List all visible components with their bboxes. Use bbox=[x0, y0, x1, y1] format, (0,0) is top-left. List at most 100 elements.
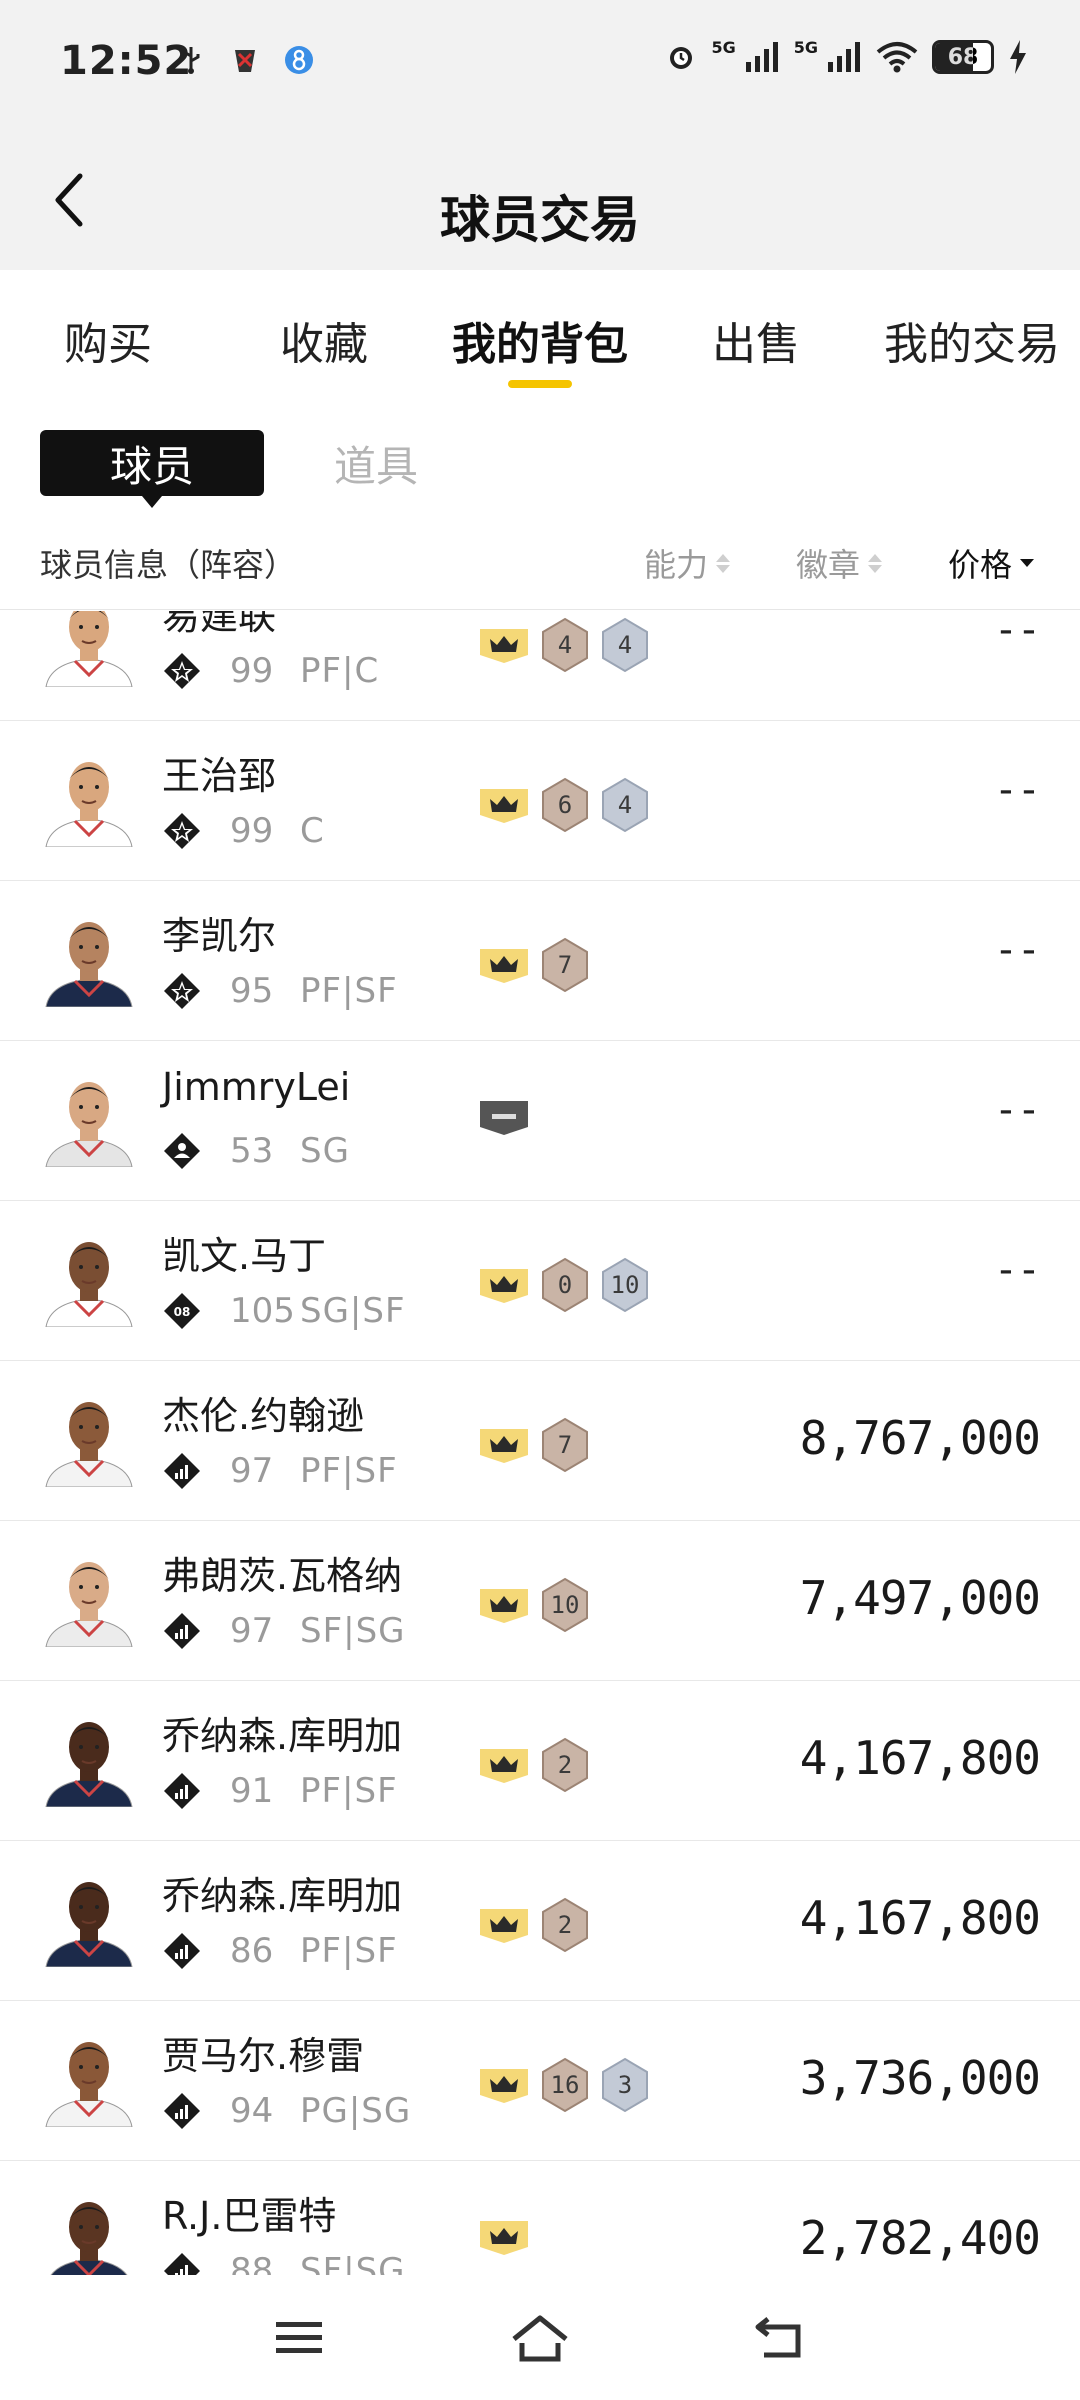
player-row[interactable]: 乔纳森.库明加 91 PF|SF 2 4,167,800 bbox=[0, 1681, 1080, 1841]
player-badges: 16 3 bbox=[478, 2057, 650, 2113]
player-list[interactable]: 易建联 99 PF|C 4 4 -- 王治郅 99 C 6 4 -- 李凯尔 95 PF|SF 7 -- Jimm… bbox=[0, 611, 1080, 2275]
player-price: -- bbox=[993, 927, 1041, 973]
player-rating: 53 bbox=[230, 1131, 274, 1171]
usb-icon bbox=[182, 47, 200, 74]
header: 球员交易 bbox=[0, 130, 1080, 270]
player-name: 乔纳森.库明加 bbox=[162, 1714, 403, 1758]
badge-count: 10 bbox=[610, 1271, 640, 1299]
badge-count: 10 bbox=[550, 1591, 580, 1619]
tab-my-backpack[interactable]: 我的背包 bbox=[432, 270, 648, 400]
player-avatar bbox=[40, 1869, 138, 1967]
player-avatar bbox=[40, 1229, 138, 1327]
player-position: SG bbox=[300, 1131, 350, 1171]
sort-badges[interactable]: 徽章 bbox=[796, 540, 883, 586]
subtab-players[interactable]: 球员 bbox=[40, 430, 264, 508]
player-price: 3,736,000 bbox=[799, 2051, 1041, 2105]
player-badges: 0 10 bbox=[478, 1257, 650, 1313]
player-badges bbox=[478, 1097, 530, 1137]
sort-ability[interactable]: 能力 bbox=[644, 540, 731, 586]
nav-home-button[interactable] bbox=[505, 2303, 575, 2373]
player-rating: 105 bbox=[230, 1291, 295, 1331]
crown-icon bbox=[478, 2065, 530, 2105]
player-row[interactable]: 杰伦.约翰逊 97 PF|SF 7 8,767,000 bbox=[0, 1361, 1080, 1521]
player-avatar bbox=[40, 2029, 138, 2127]
sort-price[interactable]: 价格 bbox=[948, 540, 1035, 586]
tab-buy[interactable]: 购买 bbox=[0, 270, 216, 400]
player-badges bbox=[478, 2217, 530, 2257]
player-row[interactable]: 凯文.马丁 08 105 SG|SF 0 10 -- bbox=[0, 1201, 1080, 1361]
card-tier-icon bbox=[162, 811, 202, 851]
player-badges: 7 bbox=[478, 1417, 590, 1473]
badge-hex-icon: 2 bbox=[540, 1897, 590, 1953]
nav-menu-button[interactable] bbox=[265, 2303, 335, 2373]
crown-icon bbox=[478, 945, 530, 985]
card-tier-icon bbox=[162, 1931, 202, 1971]
sort-ability-label: 能力 bbox=[644, 546, 709, 584]
player-position: SG|SF bbox=[300, 1291, 406, 1331]
player-price: 2,782,400 bbox=[799, 2211, 1041, 2265]
player-badges: 44 bbox=[478, 617, 650, 673]
crown-icon bbox=[478, 625, 530, 665]
return-icon bbox=[755, 2316, 801, 2357]
crown-icon bbox=[478, 1425, 530, 1465]
badge-count: 7 bbox=[557, 951, 573, 979]
badge-hex-icon: 0 bbox=[540, 1257, 590, 1313]
player-row[interactable]: 王治郅 99 C 6 4 -- bbox=[0, 721, 1080, 881]
tab-favorites[interactable]: 收藏 bbox=[216, 270, 432, 400]
player-row[interactable]: 乔纳森.库明加 86 PF|SF 2 4,167,800 bbox=[0, 1841, 1080, 2001]
player-rating: 91 bbox=[230, 1771, 274, 1811]
player-row[interactable]: 李凯尔 95 PF|SF 7 -- bbox=[0, 881, 1080, 1041]
player-name: 贾马尔.穆雷 bbox=[162, 2034, 365, 2078]
player-price: 4,167,800 bbox=[799, 1891, 1041, 1945]
player-price: -- bbox=[993, 1087, 1041, 1133]
player-position: C bbox=[300, 811, 325, 851]
player-badges: 2 bbox=[478, 1897, 590, 1953]
player-avatar bbox=[40, 1709, 138, 1807]
player-row[interactable]: JimmryLei 53 SG -- bbox=[0, 1041, 1080, 1201]
player-position: PF|SF bbox=[300, 1451, 398, 1491]
player-name: 易建联 bbox=[162, 611, 277, 638]
card-tier-icon bbox=[162, 2251, 202, 2275]
menu-icon bbox=[276, 2321, 322, 2353]
sort-badges-label: 徽章 bbox=[796, 546, 861, 584]
main-tab-bar: 购买 收藏 我的背包 出售 我的交易 bbox=[0, 270, 1080, 400]
tab-my-trades[interactable]: 我的交易 bbox=[864, 270, 1080, 400]
notification-badge-icon bbox=[285, 46, 313, 74]
player-badges: 2 bbox=[478, 1737, 590, 1793]
column-player-info: 球员信息（阵容） bbox=[40, 546, 297, 584]
nav-back-button[interactable] bbox=[745, 2303, 815, 2373]
status-bar: 12:52 5G 5G 68 bbox=[0, 0, 1080, 130]
player-row[interactable]: R.J.巴雷特 88 SF|SG 2,782,400 bbox=[0, 2161, 1080, 2275]
card-tier-icon: 08 bbox=[162, 1291, 202, 1331]
player-price: 7,497,000 bbox=[799, 1571, 1041, 1625]
sub-tab-bar: 球员 道具 bbox=[40, 430, 418, 508]
player-name: JimmryLei bbox=[162, 1065, 351, 1109]
player-row[interactable]: 贾马尔.穆雷 94 PG|SG 16 3 3,736,000 bbox=[0, 2001, 1080, 2161]
player-price: -- bbox=[993, 611, 1041, 653]
crown-icon bbox=[478, 785, 530, 825]
badge-hex-icon: 10 bbox=[600, 1257, 650, 1313]
svg-text:08: 08 bbox=[174, 1305, 191, 1319]
player-avatar bbox=[40, 2189, 138, 2275]
sort-price-label: 价格 bbox=[948, 546, 1013, 584]
subtab-items[interactable]: 道具 bbox=[334, 430, 418, 496]
player-price: -- bbox=[993, 767, 1041, 813]
sort-desc-icon bbox=[1020, 559, 1035, 567]
player-name: 杰伦.约翰逊 bbox=[162, 1394, 365, 1438]
network-type-1: 5G bbox=[711, 37, 736, 57]
tab-sell[interactable]: 出售 bbox=[648, 270, 864, 400]
badge-hex-icon: 10 bbox=[540, 1577, 590, 1633]
crown-icon bbox=[478, 1585, 530, 1625]
player-badges: 7 bbox=[478, 937, 590, 993]
badge-hex-icon: 4 bbox=[540, 617, 590, 673]
player-avatar bbox=[40, 611, 138, 687]
player-rating: 97 bbox=[230, 1451, 274, 1491]
badge-hex-icon: 7 bbox=[540, 937, 590, 993]
player-avatar bbox=[40, 749, 138, 847]
player-rating: 97 bbox=[230, 1611, 274, 1651]
player-row[interactable]: 弗朗茨.瓦格纳 97 SF|SG 10 7,497,000 bbox=[0, 1521, 1080, 1681]
player-row[interactable]: 易建联 99 PF|C 4 4 -- bbox=[0, 611, 1080, 721]
badge-count: 4 bbox=[617, 631, 633, 659]
player-position: PF|SF bbox=[300, 971, 398, 1011]
badge-count: 0 bbox=[557, 1271, 573, 1299]
